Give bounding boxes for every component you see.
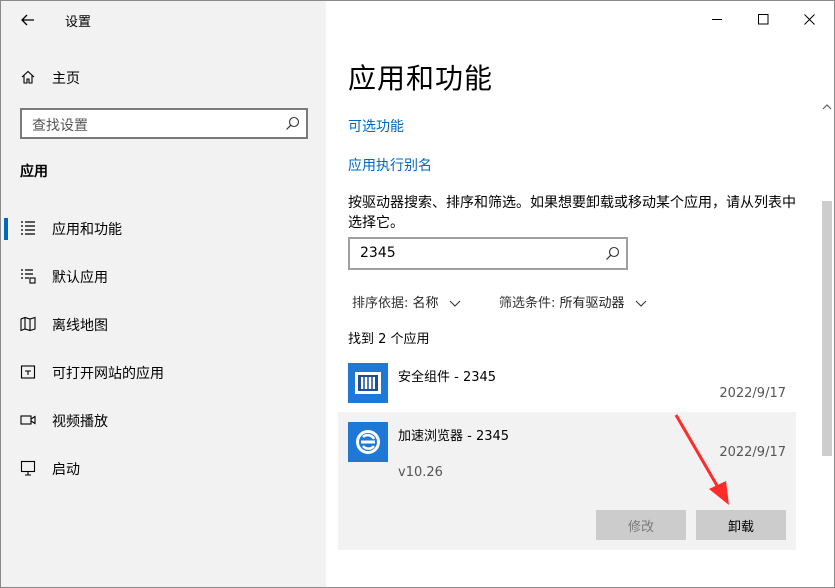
settings-search-input[interactable]: 查找设置 bbox=[20, 108, 308, 139]
section-label-apps: 应用 bbox=[20, 164, 48, 180]
filter-by-dropdown[interactable]: 筛选条件: 所有驱动器 bbox=[499, 292, 647, 311]
selection-indicator bbox=[4, 218, 8, 240]
scroll-up-arrow-icon[interactable] bbox=[822, 103, 832, 111]
found-count: 找到 2 个应用 bbox=[348, 332, 430, 347]
browser-icon bbox=[348, 422, 388, 462]
app-name: 加速浏览器 - 2345 bbox=[398, 429, 510, 444]
window-title: 设置 bbox=[65, 15, 92, 30]
sidebar-item-label: 可打开网站的应用 bbox=[52, 366, 164, 382]
home-icon bbox=[21, 70, 35, 84]
optional-features-link[interactable]: 可选功能 bbox=[348, 116, 404, 136]
sidebar-home[interactable]: 主页 bbox=[1, 61, 326, 95]
sidebar-item-label: 启动 bbox=[52, 462, 80, 478]
search-icon[interactable] bbox=[285, 116, 300, 131]
page-title: 应用和功能 bbox=[348, 62, 494, 95]
app-install-date: 2022/9/17 bbox=[719, 386, 786, 401]
back-arrow-icon bbox=[21, 14, 34, 26]
chevron-down-icon bbox=[635, 300, 647, 307]
app-execution-aliases-link[interactable]: 应用执行别名 bbox=[348, 155, 432, 175]
app-search-value: 2345 bbox=[360, 245, 396, 261]
sidebar-item-apps-for-websites[interactable]: 可打开网站的应用 bbox=[1, 354, 326, 390]
app-version: v10.26 bbox=[398, 465, 443, 480]
sidebar-item-default-apps[interactable]: 默认应用 bbox=[1, 258, 326, 294]
search-icon[interactable] bbox=[605, 246, 620, 261]
apps-features-icon bbox=[21, 221, 35, 235]
maximize-icon bbox=[757, 13, 768, 24]
app-name: 安全组件 - 2345 bbox=[398, 370, 497, 385]
uninstall-button[interactable]: 卸载 bbox=[696, 510, 786, 540]
close-button[interactable] bbox=[786, 1, 832, 37]
sort-by-label: 排序依据: bbox=[352, 296, 409, 311]
sidebar-item-apps-features[interactable]: 应用和功能 bbox=[1, 210, 326, 246]
app-install-date: 2022/9/17 bbox=[719, 445, 786, 460]
scroll-thumb[interactable] bbox=[822, 201, 832, 456]
chevron-down-icon bbox=[449, 300, 461, 307]
sidebar-item-label: 视频播放 bbox=[52, 414, 108, 430]
filter-description: 按驱动器搜索、排序和筛选。如果想要卸载或移动某个应用，请从列表中选择它。 bbox=[348, 195, 796, 231]
video-playback-icon bbox=[20, 415, 36, 425]
default-apps-icon bbox=[21, 269, 36, 284]
security-component-icon bbox=[348, 363, 388, 403]
filter-by-label: 筛选条件: bbox=[499, 296, 556, 311]
minimize-icon bbox=[711, 18, 722, 20]
sidebar-item-offline-maps[interactable]: 离线地图 bbox=[1, 306, 326, 342]
sort-by-value: 名称 bbox=[412, 296, 439, 311]
apps-for-websites-icon bbox=[20, 365, 36, 379]
search-placeholder: 查找设置 bbox=[32, 118, 88, 134]
startup-icon bbox=[20, 460, 36, 476]
app-list-item[interactable]: 安全组件 - 2345 2022/9/17 bbox=[338, 353, 796, 411]
close-icon bbox=[803, 13, 815, 25]
scrollbar[interactable] bbox=[818, 97, 834, 587]
sidebar-item-label: 离线地图 bbox=[52, 318, 108, 334]
filter-by-value: 所有驱动器 bbox=[559, 296, 625, 311]
sort-by-dropdown[interactable]: 排序依据: 名称 bbox=[352, 292, 461, 311]
home-label: 主页 bbox=[52, 71, 80, 87]
back-button[interactable] bbox=[11, 5, 45, 35]
sidebar-item-startup[interactable]: 启动 bbox=[1, 450, 326, 486]
sidebar-item-label: 默认应用 bbox=[52, 270, 108, 286]
app-list-item-selected[interactable]: 加速浏览器 - 2345 2022/9/17 v10.26 修改 卸载 bbox=[338, 412, 796, 550]
settings-window: 设置 主页 查找设置 应用 应用和功能 默认应用 离线地图 可打开网站的应用 视… bbox=[0, 0, 835, 588]
offline-maps-icon bbox=[20, 316, 36, 332]
modify-button[interactable]: 修改 bbox=[596, 510, 686, 540]
sidebar-item-label: 应用和功能 bbox=[52, 222, 122, 238]
app-search-input[interactable]: 2345 bbox=[348, 237, 628, 270]
maximize-button[interactable] bbox=[740, 1, 786, 37]
sidebar-item-video-playback[interactable]: 视频播放 bbox=[1, 402, 326, 438]
sidebar: 设置 主页 查找设置 应用 应用和功能 默认应用 离线地图 可打开网站的应用 视… bbox=[1, 1, 326, 587]
minimize-button[interactable] bbox=[694, 1, 740, 37]
